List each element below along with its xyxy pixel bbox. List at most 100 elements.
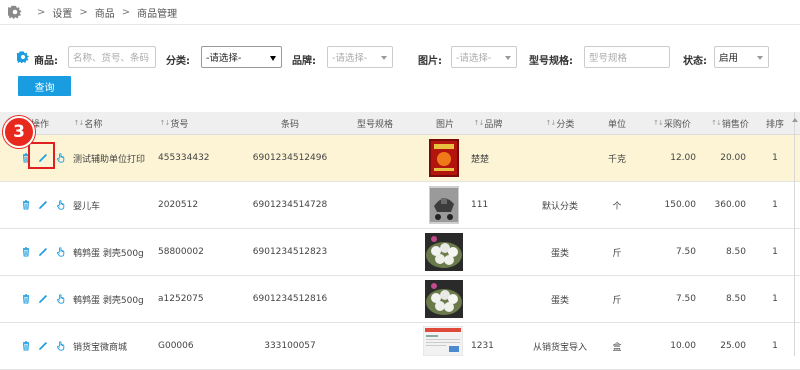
model-label: 型号规格: [529, 56, 573, 67]
hand-pointer-icon[interactable] [56, 341, 66, 351]
column-header-picture: 图片 [435, 119, 454, 130]
cell-model [340, 323, 410, 369]
cell-brand: 111 [471, 200, 489, 210]
brand-select[interactable]: -请选择- [327, 46, 393, 68]
cell-sale-price: 20.00 [720, 153, 746, 163]
table-header: 操作 ↑↓ 名称 ↑↓ 货号 条码 型号规格 图片 ↑↓ 品牌 ↑↓ 分类 单位 ↑↓ 采… [0, 112, 800, 135]
cell-name: 销货宝微商城 [73, 342, 128, 353]
chevron-down-icon [381, 56, 387, 60]
cell-brand: 楚楚 [471, 154, 490, 165]
cell-category: 蛋类 [550, 295, 569, 306]
edit-button-highlight [28, 142, 55, 169]
delete-icon[interactable] [21, 294, 31, 304]
header-divider [0, 24, 800, 25]
stroller-photo [429, 186, 459, 224]
goods-search-input[interactable]: 名称、货号、条码 [68, 46, 156, 68]
column-header-sale-price[interactable]: ↑↓ 销售价 [706, 112, 754, 134]
cell-category: 默认分类 [541, 201, 578, 212]
cell-unit: 斤 [612, 248, 622, 259]
quail-eggs-photo [425, 280, 463, 318]
hand-pointer-icon[interactable] [56, 153, 66, 163]
cell-category: 蛋类 [550, 248, 569, 259]
status-select-value: 启用 [719, 53, 739, 64]
breadcrumb-separator: > [121, 6, 131, 18]
query-button[interactable]: 查询 [18, 76, 71, 96]
edit-pencil-icon[interactable] [38, 294, 48, 304]
quail-eggs-photo [425, 233, 463, 271]
cell-sale-price: 25.00 [720, 341, 746, 351]
cell-unit: 斤 [612, 295, 622, 306]
cell-model [340, 182, 410, 228]
cell-code: a1252075 [158, 294, 204, 304]
picture-label: 图片: [418, 56, 442, 67]
breadcrumb-item-goods-management: 商品管理 [137, 8, 178, 20]
cell-sale-price: 8.50 [725, 294, 746, 304]
cell-purchase-price: 10.00 [670, 341, 696, 351]
filter-bar: 商品: 名称、货号、条码 分类: -请选择- 品牌: -请选择- 图片: -请选… [0, 44, 800, 72]
breadcrumb: > 设置 > 商品 > 商品管理 [0, 0, 800, 24]
cell-sort: 1 [772, 294, 778, 304]
brand-label: 品牌: [292, 56, 316, 67]
hand-pointer-icon[interactable] [56, 247, 66, 257]
gear-icon[interactable] [8, 5, 22, 19]
model-input[interactable]: 型号规格 [584, 46, 670, 68]
delete-icon[interactable] [21, 247, 31, 257]
vertical-scrollbar[interactable] [790, 112, 800, 356]
picture-select[interactable]: -请选择- [451, 46, 517, 68]
column-header-code[interactable]: ↑↓ 货号 [158, 112, 190, 134]
column-header-sort: 排序 [765, 119, 784, 130]
cell-barcode: 6901234512823 [252, 247, 328, 257]
cell-sort: 1 [772, 200, 778, 210]
status-select[interactable]: 启用 [714, 46, 769, 68]
column-header-brand[interactable]: ↑↓ 品牌 [470, 112, 506, 134]
cell-sort: 1 [772, 247, 778, 257]
cell-model [340, 135, 410, 181]
cell-name: 鹌鹑蛋 剥壳500g [73, 295, 144, 306]
column-header-model: 型号规格 [356, 119, 393, 130]
hand-pointer-icon[interactable] [56, 294, 66, 304]
column-header-barcode: 条码 [280, 119, 299, 130]
screenshot-thumbnail [423, 326, 463, 356]
column-header-name[interactable]: ↑↓ 名称 [72, 112, 104, 134]
cell-code: G00006 [158, 341, 194, 351]
cell-barcode: 6901234512816 [252, 294, 328, 304]
table-row: 鹌鹑蛋 剥壳500g 58800002 6901234512823 蛋类 斤 7.50 8.… [0, 229, 800, 276]
cell-name: 婴儿车 [73, 201, 101, 212]
edit-pencil-icon[interactable] [38, 200, 48, 210]
cell-brand: 1231 [471, 341, 494, 351]
cell-unit: 个 [612, 201, 622, 212]
edit-pencil-icon[interactable] [38, 341, 48, 351]
delete-icon[interactable] [21, 200, 31, 210]
cell-category: 从销货宝导入 [532, 342, 587, 353]
goods-label: 商品: [34, 56, 58, 67]
cell-sale-price: 8.50 [725, 247, 746, 257]
cell-name: 鹌鹑蛋 剥壳500g [73, 248, 144, 259]
category-select[interactable]: -请选择- [201, 46, 282, 68]
cell-unit: 盒 [612, 342, 622, 353]
delete-icon[interactable] [21, 341, 31, 351]
cell-purchase-price: 7.50 [675, 294, 696, 304]
table-row: 测试辅助单位打印 455334432 6901234512496 楚楚 千克 12.00 2… [0, 135, 800, 182]
table-row: 销货宝微商城 G00006 333100057 1231 从销货宝导入 盒 10.00 25.… [0, 323, 800, 370]
column-header-purchase-price[interactable]: ↑↓ 采购价 [648, 112, 696, 134]
cell-purchase-price: 150.00 [664, 200, 697, 210]
cell-sort: 1 [772, 341, 778, 351]
cell-sort: 1 [772, 153, 778, 163]
hand-pointer-icon[interactable] [56, 200, 66, 210]
cell-purchase-price: 12.00 [670, 153, 696, 163]
edit-pencil-icon[interactable] [38, 247, 48, 257]
chevron-down-icon [757, 56, 763, 60]
cell-name: 测试辅助单位打印 [73, 154, 146, 165]
cell-code: 58800002 [158, 247, 204, 257]
cell-barcode: 6901234514728 [252, 200, 328, 210]
cell-model [340, 229, 410, 275]
cell-model [340, 276, 410, 322]
breadcrumb-item-goods[interactable]: 商品 [95, 5, 115, 20]
category-select-value: -请选择- [206, 53, 242, 64]
breadcrumb-item-settings[interactable]: 设置 [52, 5, 72, 20]
cell-barcode: 6901234512496 [252, 153, 328, 163]
red-poster-image [429, 139, 459, 177]
column-header-category[interactable]: ↑↓ 分类 [540, 112, 580, 134]
cell-barcode: 333100057 [264, 341, 316, 351]
status-label: 状态: [683, 56, 707, 67]
